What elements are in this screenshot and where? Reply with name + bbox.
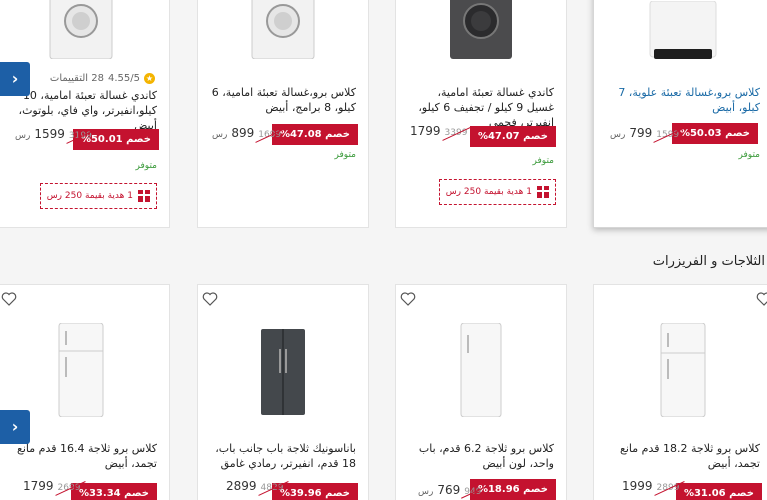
product-title[interactable]: باناسونيك ثلاجة باب جانب باب، 18 قدم، ان… — [210, 441, 356, 471]
gift-offer[interactable]: 1 هدية بقيمة 250 رس — [438, 179, 556, 205]
product-card-washer-3[interactable]: كلاس برو،غسالة تعبئة امامية، 6 كيلو، 8 ب… — [197, 0, 369, 228]
price-block: رس 899 1699 — [212, 126, 281, 140]
price-block: رس 799 1599 — [610, 126, 679, 140]
washer-front-load-white-image — [49, 0, 113, 59]
old-price: 1599 — [656, 130, 680, 140]
chevron-left-icon: ‹ — [11, 417, 19, 436]
washer-front-load-dark-image — [450, 0, 512, 59]
product-title[interactable]: كلاس برو،غسالة تعبئة امامية، 6 كيلو، 8 ب… — [210, 85, 356, 115]
price-block: 2899 1999 — [622, 479, 679, 493]
current-price: 1799 — [410, 124, 441, 138]
star-icon: ★ — [144, 73, 155, 84]
currency: رس — [610, 130, 626, 140]
old-price: 3399 — [444, 128, 468, 138]
current-price: 2899 — [226, 479, 257, 493]
gift-icon — [138, 190, 150, 202]
old-price: 2699 — [57, 483, 81, 493]
old-price: 2899 — [656, 483, 680, 493]
fridge-white-image — [58, 323, 104, 417]
fridge-white-image — [660, 323, 706, 417]
product-card-washer-1[interactable]: كلاس برو،غسالة تعبئة علوية، 7 كيلو، أبيض… — [593, 0, 767, 228]
old-price: 949 — [464, 487, 482, 497]
price-block: 3399 1799 — [410, 124, 467, 138]
product-card-washer-2[interactable]: كاندي غسالة تعبئة امامية، غسيل 9 كيلو / … — [395, 0, 567, 228]
discount-badge: %31.06 خصم — [675, 483, 762, 500]
discount-badge: %47.07 خصم — [469, 126, 556, 147]
fridge-single-door-image — [460, 323, 502, 417]
chevron-left-icon: ‹ — [11, 69, 19, 88]
section-title: الثلاجات و الفريزرات — [652, 254, 765, 269]
wishlist-heart-icon[interactable] — [400, 291, 416, 307]
wishlist-heart-icon[interactable] — [1, 291, 17, 307]
washer-top-load-image — [649, 1, 717, 59]
rating-value: 4.55/5 — [108, 73, 140, 84]
gift-label: 1 هدية بقيمة 250 رس — [445, 187, 532, 197]
availability-status: متوفر — [532, 156, 554, 166]
currency: رس — [212, 130, 228, 140]
availability-status: متوفر — [334, 150, 356, 160]
product-title[interactable]: كلاس برو،غسالة تعبئة علوية، 7 كيلو، أبيض — [606, 85, 760, 115]
availability-status: متوفر — [738, 150, 760, 160]
current-price: 769 — [437, 483, 461, 497]
price-block: 4829 2899 — [226, 479, 283, 493]
product-card-fridge-1[interactable]: كلاس برو ثلاجة 18.2 قدم مانع تجمد، أبيض … — [593, 284, 767, 500]
gift-label: 1 هدية بقيمة 250 رس — [46, 191, 133, 201]
current-price: 1799 — [23, 479, 54, 493]
price-block: 2699 1799 — [23, 479, 80, 493]
product-title[interactable]: كلاس برو ثلاجة 18.2 قدم مانع تجمد، أبيض — [606, 441, 760, 471]
discount-badge: %33.34 خصم — [70, 483, 157, 500]
price-block: 3199 1599 رس — [15, 127, 92, 141]
carousel-prev-button[interactable]: ‹ — [0, 410, 30, 444]
old-price: 3199 — [68, 131, 92, 141]
currency: رس — [418, 487, 434, 497]
discount-badge: %18.96 خصم — [469, 479, 556, 500]
wishlist-heart-icon[interactable] — [202, 291, 218, 307]
product-card-fridge-2[interactable]: كلاس برو ثلاجة 6.2 قدم، باب واحد، لون أب… — [395, 284, 567, 500]
old-price: 1699 — [258, 130, 282, 140]
discount-badge: %50.03 خصم — [671, 123, 758, 144]
currency: رس — [15, 131, 31, 141]
product-card-fridge-4[interactable]: كلاس برو ثلاجة 16.4 قدم مانع تجمد، أبيض … — [0, 284, 170, 500]
washer-front-load-white-image — [251, 0, 315, 59]
discount-badge: %39.96 خصم — [271, 483, 358, 500]
availability-status: متوفر — [135, 161, 157, 171]
reviews-count: 28 التقييمات — [49, 73, 104, 84]
current-price: 899 — [231, 126, 255, 140]
old-price: 4829 — [260, 483, 284, 493]
wishlist-heart-icon[interactable] — [756, 291, 767, 307]
current-price: 799 — [629, 126, 653, 140]
current-price: 1599 — [34, 127, 65, 141]
product-title[interactable]: كلاس برو ثلاجة 16.4 قدم مانع تجمد، أبيض — [5, 441, 157, 471]
rating: ★ 4.55/5 28 التقييمات — [50, 73, 155, 84]
gift-offer[interactable]: 1 هدية بقيمة 250 رس — [39, 183, 157, 209]
product-card-fridge-3[interactable]: باناسونيك ثلاجة باب جانب باب، 18 قدم، ان… — [197, 284, 369, 500]
product-title[interactable]: كلاس برو ثلاجة 6.2 قدم، باب واحد، لون أب… — [408, 441, 554, 471]
fridge-side-by-side-image — [261, 329, 305, 415]
current-price: 1999 — [622, 479, 653, 493]
gift-icon — [537, 186, 549, 198]
carousel-prev-button[interactable]: ‹ — [0, 62, 30, 96]
price-block: رس 769 949 — [418, 483, 481, 497]
product-card-washer-4[interactable]: ★ 4.55/5 28 التقييمات كاندي غسالة تعبئة … — [0, 0, 170, 228]
